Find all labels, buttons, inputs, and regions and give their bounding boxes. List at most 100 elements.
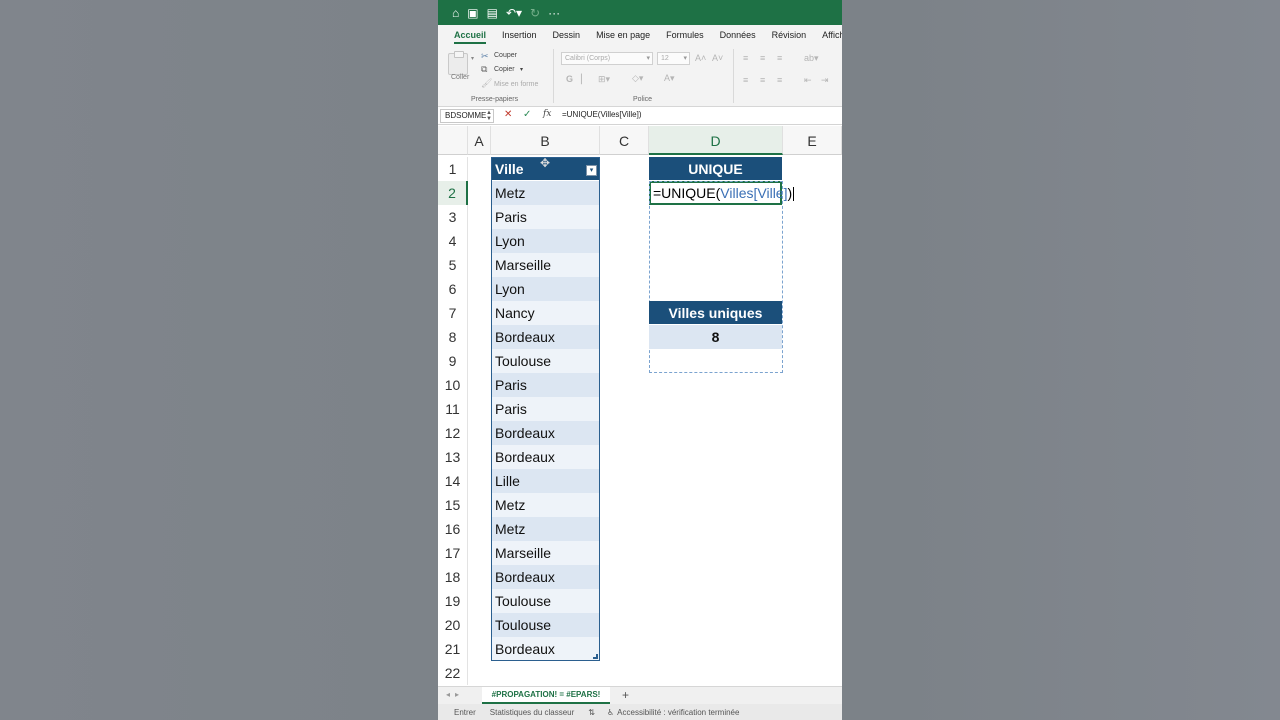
table-cell-ville[interactable]: Metz <box>492 493 599 517</box>
row-header-20[interactable]: 20 <box>438 613 468 637</box>
increase-font-icon[interactable]: A˄ <box>695 53 706 63</box>
bold-button[interactable]: G <box>566 74 573 84</box>
format-painter-button[interactable]: Mise en forme <box>494 81 538 88</box>
borders-icon[interactable]: ⊞▾ <box>598 74 610 85</box>
row-header-11[interactable]: 11 <box>438 397 468 421</box>
more-icon[interactable]: ··· <box>548 7 560 19</box>
name-box[interactable]: BDSOMME ▲ ▼ <box>440 109 494 123</box>
row-header-4[interactable]: 4 <box>438 229 468 253</box>
tab-données[interactable]: Données <box>712 25 764 45</box>
row-header-8[interactable]: 8 <box>438 325 468 349</box>
table-cell-ville[interactable]: Metz <box>492 517 599 541</box>
table-cell-ville[interactable]: Marseille <box>492 541 599 565</box>
redo-icon[interactable]: ↻ <box>530 7 540 19</box>
align-bottom-icon[interactable]: ≡ <box>777 53 782 63</box>
accessibility-status[interactable]: Accessibilité : vérification terminée <box>617 708 739 717</box>
enter-check-icon[interactable]: ✓ <box>523 109 531 120</box>
sheet-tab-active[interactable]: #PROPAGATION! = #EPARS! <box>482 687 610 704</box>
row-header-10[interactable]: 10 <box>438 373 468 397</box>
table-cell-ville[interactable]: Bordeaux <box>492 637 599 661</box>
indent-increase-icon[interactable]: ⇥ <box>821 75 829 86</box>
row-header-17[interactable]: 17 <box>438 541 468 565</box>
align-right-icon[interactable]: ≡ <box>777 75 782 85</box>
table-cell-ville[interactable]: Bordeaux <box>492 421 599 445</box>
name-box-stepper-icon[interactable]: ▲ ▼ <box>486 110 492 122</box>
active-cell-d2[interactable]: =UNIQUE(Villes[Ville]) <box>649 181 795 205</box>
cancel-icon[interactable]: ✕ <box>504 109 512 120</box>
column-header-a[interactable]: A <box>468 126 491 155</box>
tab-formules[interactable]: Formules <box>658 25 712 45</box>
row-header-5[interactable]: 5 <box>438 253 468 277</box>
column-header-c[interactable]: C <box>600 126 649 155</box>
table-cell-ville[interactable]: Toulouse <box>492 349 599 373</box>
copy-button[interactable]: Copier <box>494 66 515 73</box>
table-cell-ville[interactable]: Paris <box>492 205 599 229</box>
column-header-b[interactable]: B <box>491 126 600 155</box>
align-top-icon[interactable]: ≡ <box>743 53 748 63</box>
stats-icon[interactable]: ⇅ <box>588 708 595 717</box>
row-header-6[interactable]: 6 <box>438 277 468 301</box>
table-resize-handle[interactable] <box>593 654 598 659</box>
tab-dessin[interactable]: Dessin <box>545 25 589 45</box>
undo-icon[interactable]: ↶▾ <box>506 7 522 19</box>
table-cell-ville[interactable]: Bordeaux <box>492 565 599 589</box>
align-center-icon[interactable]: ≡ <box>760 75 765 85</box>
font-size-select[interactable]: 12 ▾ <box>657 52 690 65</box>
table-cell-ville[interactable]: Toulouse <box>492 613 599 637</box>
home-icon[interactable]: ⌂ <box>452 7 459 19</box>
tab-affich[interactable]: Affich <box>814 25 842 45</box>
row-header-21[interactable]: 21 <box>438 637 468 661</box>
row-header-9[interactable]: 9 <box>438 349 468 373</box>
orientation-icon[interactable]: ab▾ <box>804 53 819 64</box>
copy-dropdown-icon[interactable]: ▾ <box>520 66 523 73</box>
font-color-icon[interactable]: A▾ <box>664 73 675 84</box>
align-left-icon[interactable]: ≡ <box>743 75 748 85</box>
workbook-stats-button[interactable]: Statistiques du classeur <box>490 708 575 717</box>
row-header-12[interactable]: 12 <box>438 421 468 445</box>
fill-color-icon[interactable]: ◇▾ <box>632 73 643 84</box>
save-icon[interactable]: ▣ <box>467 7 478 19</box>
cut-button[interactable]: Couper <box>494 52 517 59</box>
save-edit-icon[interactable]: ▤ <box>487 7 498 19</box>
row-header-15[interactable]: 15 <box>438 493 468 517</box>
sheet-nav-arrows-icon[interactable]: ◂▸ <box>446 690 464 699</box>
table-cell-ville[interactable]: Nancy <box>492 301 599 325</box>
row-header-7[interactable]: 7 <box>438 301 468 325</box>
column-header-d[interactable]: D <box>649 126 783 155</box>
row-header-22[interactable]: 22 <box>438 661 468 685</box>
table-cell-ville[interactable]: Lyon <box>492 277 599 301</box>
select-all-corner[interactable] <box>438 126 468 155</box>
table-cell-ville[interactable]: Paris <box>492 373 599 397</box>
italic-icon[interactable]: ▏ <box>581 74 588 85</box>
row-header-18[interactable]: 18 <box>438 565 468 589</box>
table-cell-ville[interactable]: Bordeaux <box>492 445 599 469</box>
column-header-e[interactable]: E <box>783 126 842 155</box>
worksheet-grid[interactable]: ABCDE 1 2 3 4 5 6 7 8 9 10 11 12 13 14 15 16 17 18 19 20 21 2… <box>438 126 842 686</box>
tab-révision[interactable]: Révision <box>764 25 815 45</box>
table-cell-ville[interactable]: Metz <box>492 181 599 205</box>
table-cell-ville[interactable]: Lille <box>492 469 599 493</box>
tab-insertion[interactable]: Insertion <box>494 25 545 45</box>
unique-header-cell[interactable]: UNIQUE <box>649 157 782 180</box>
table-cell-ville[interactable]: Toulouse <box>492 589 599 613</box>
table-cell-ville[interactable]: Paris <box>492 397 599 421</box>
add-sheet-button[interactable]: + <box>622 688 629 702</box>
filter-dropdown-icon[interactable]: ▾ <box>586 165 597 176</box>
row-header-13[interactable]: 13 <box>438 445 468 469</box>
row-header-3[interactable]: 3 <box>438 205 468 229</box>
align-middle-icon[interactable]: ≡ <box>760 53 765 63</box>
table-cell-ville[interactable]: Marseille <box>492 253 599 277</box>
row-header-2[interactable]: 2 <box>438 181 468 205</box>
table-cell-ville[interactable]: Lyon <box>492 229 599 253</box>
paste-dropdown-icon[interactable]: ▾ <box>471 55 474 62</box>
decrease-font-icon[interactable]: A˅ <box>712 53 723 63</box>
font-name-select[interactable]: Calibri (Corps) ▾ <box>561 52 653 65</box>
paste-icon[interactable] <box>448 51 468 75</box>
tab-accueil[interactable]: Accueil <box>446 25 494 45</box>
row-header-14[interactable]: 14 <box>438 469 468 493</box>
insert-function-icon[interactable]: fx <box>543 109 551 119</box>
unique-count-header-cell[interactable]: Villes uniques <box>649 301 782 324</box>
tab-mise-en-page[interactable]: Mise en page <box>588 25 658 45</box>
table-cell-ville[interactable]: Bordeaux <box>492 325 599 349</box>
unique-count-value-cell[interactable]: 8 <box>649 325 782 349</box>
